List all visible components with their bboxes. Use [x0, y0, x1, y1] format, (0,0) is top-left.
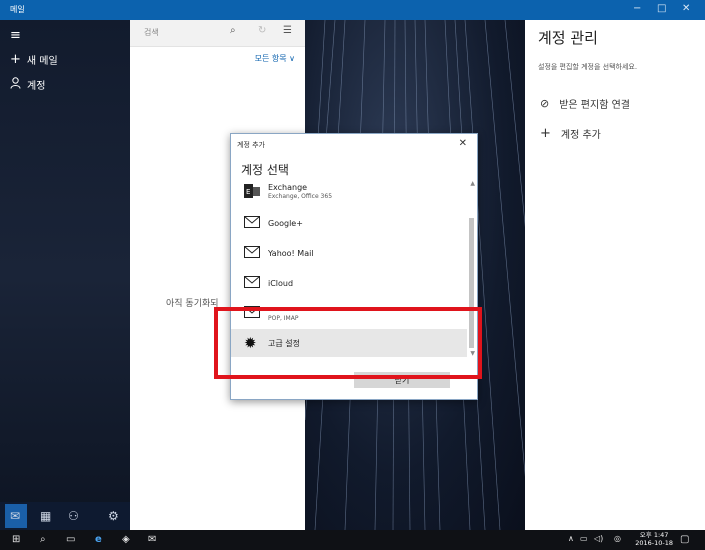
- svg-text:E: E: [246, 188, 250, 196]
- link-inboxes-label: 받은 편지함 연결: [559, 100, 630, 111]
- task-view-icon[interactable]: ▭: [66, 534, 75, 545]
- option-label: Exchange: [268, 183, 308, 192]
- battery-icon[interactable]: ◎: [614, 534, 621, 543]
- option-yahoo[interactable]: Yahoo! Mail: [231, 239, 467, 267]
- add-account-button[interactable]: + 계정 추가: [540, 126, 601, 141]
- photos-icon[interactable]: ◈: [122, 534, 130, 545]
- plus-icon: +: [540, 126, 551, 141]
- search-icon[interactable]: ⌕: [40, 534, 46, 545]
- scroll-up-icon[interactable]: ▲: [470, 180, 475, 187]
- clock-time: 오후 1:47: [639, 531, 669, 539]
- close-window-button[interactable]: ✕: [682, 3, 690, 14]
- option-google[interactable]: Google+: [231, 209, 467, 237]
- search-input[interactable]: 검색: [144, 27, 159, 38]
- highlight-box: [214, 307, 482, 379]
- select-mode-icon[interactable]: ☰: [283, 25, 292, 36]
- nav-bottom-bar: ✉ ▦ ⚇ ⚙: [0, 502, 130, 530]
- window-title: 메일: [10, 5, 25, 14]
- person-icon: [10, 77, 21, 92]
- hamburger-icon: ≡: [10, 28, 21, 43]
- dialog-title: 계정 추가: [237, 141, 265, 149]
- search-icon[interactable]: ⌕: [230, 25, 236, 36]
- network-icon[interactable]: ▭: [580, 534, 588, 543]
- plus-icon: +: [10, 52, 21, 67]
- taskbar: ⊞ ⌕ ▭ e ◈ ✉ ∧ ▭ ◁) ◎ 오후 1:47 2016-10-18 …: [0, 530, 705, 550]
- filter-dropdown[interactable]: 모든 항목 ∨: [255, 53, 295, 64]
- mail-app-icon[interactable]: ✉: [148, 534, 156, 545]
- search-bar: 검색 ⌕ ↻ ☰: [130, 20, 305, 47]
- option-label: iCloud: [268, 278, 294, 288]
- link-icon: ⊘: [540, 97, 550, 110]
- edge-icon[interactable]: e: [95, 534, 102, 545]
- mail-icon[interactable]: ✉: [10, 509, 20, 523]
- option-label: Google+: [268, 218, 303, 228]
- exchange-icon: E: [244, 183, 260, 202]
- link-inboxes-button[interactable]: ⊘ 받은 편지함 연결: [540, 96, 630, 111]
- option-sublabel: Exchange, Office 365: [268, 193, 333, 200]
- clock-date: 2016-10-18: [635, 539, 673, 547]
- accounts-label: 계정: [27, 81, 46, 92]
- calendar-icon[interactable]: ▦: [40, 509, 51, 523]
- manage-accounts-pane: 계정 관리 설정을 편집할 계정을 선택하세요. ⊘ 받은 편지함 연결 + 계…: [525, 20, 705, 530]
- start-icon[interactable]: ⊞: [12, 534, 20, 545]
- navigation-pane: ≡ + 새 메일 계정 ✉ ▦ ⚇ ⚙: [0, 20, 130, 530]
- new-mail-button[interactable]: + 새 메일: [10, 52, 58, 67]
- title-bar: 메일 − □ ✕: [0, 0, 705, 20]
- maximize-button[interactable]: □: [657, 3, 666, 14]
- new-mail-label: 새 메일: [26, 56, 58, 67]
- option-label: Yahoo! Mail: [268, 248, 314, 258]
- option-exchange[interactable]: E Exchange Exchange, Office 365: [231, 178, 467, 206]
- chevron-up-icon[interactable]: ∧: [568, 534, 574, 543]
- sync-icon[interactable]: ↻: [258, 25, 266, 36]
- mail-envelope-icon: [244, 245, 260, 261]
- mail-envelope-icon: [244, 215, 260, 231]
- empty-list-message: 아직 동기화되: [166, 299, 219, 309]
- pane-subtitle: 설정을 편집할 계정을 선택하세요.: [538, 63, 638, 71]
- dialog-heading: 계정 선택: [241, 163, 289, 177]
- action-center-icon[interactable]: ▢: [680, 534, 689, 545]
- add-account-label: 계정 추가: [560, 130, 601, 141]
- people-icon[interactable]: ⚇: [68, 509, 79, 523]
- pane-title: 계정 관리: [538, 29, 598, 47]
- clock[interactable]: 오후 1:47 2016-10-18: [635, 531, 673, 547]
- hamburger-menu-button[interactable]: ≡: [10, 28, 21, 43]
- mail-envelope-icon: [244, 275, 260, 291]
- option-icloud[interactable]: iCloud: [231, 269, 467, 297]
- dialog-close-icon[interactable]: ✕: [459, 138, 467, 149]
- volume-icon[interactable]: ◁): [594, 534, 603, 543]
- accounts-button[interactable]: 계정: [10, 77, 45, 92]
- settings-icon[interactable]: ⚙: [108, 509, 119, 523]
- minimize-button[interactable]: −: [633, 3, 641, 14]
